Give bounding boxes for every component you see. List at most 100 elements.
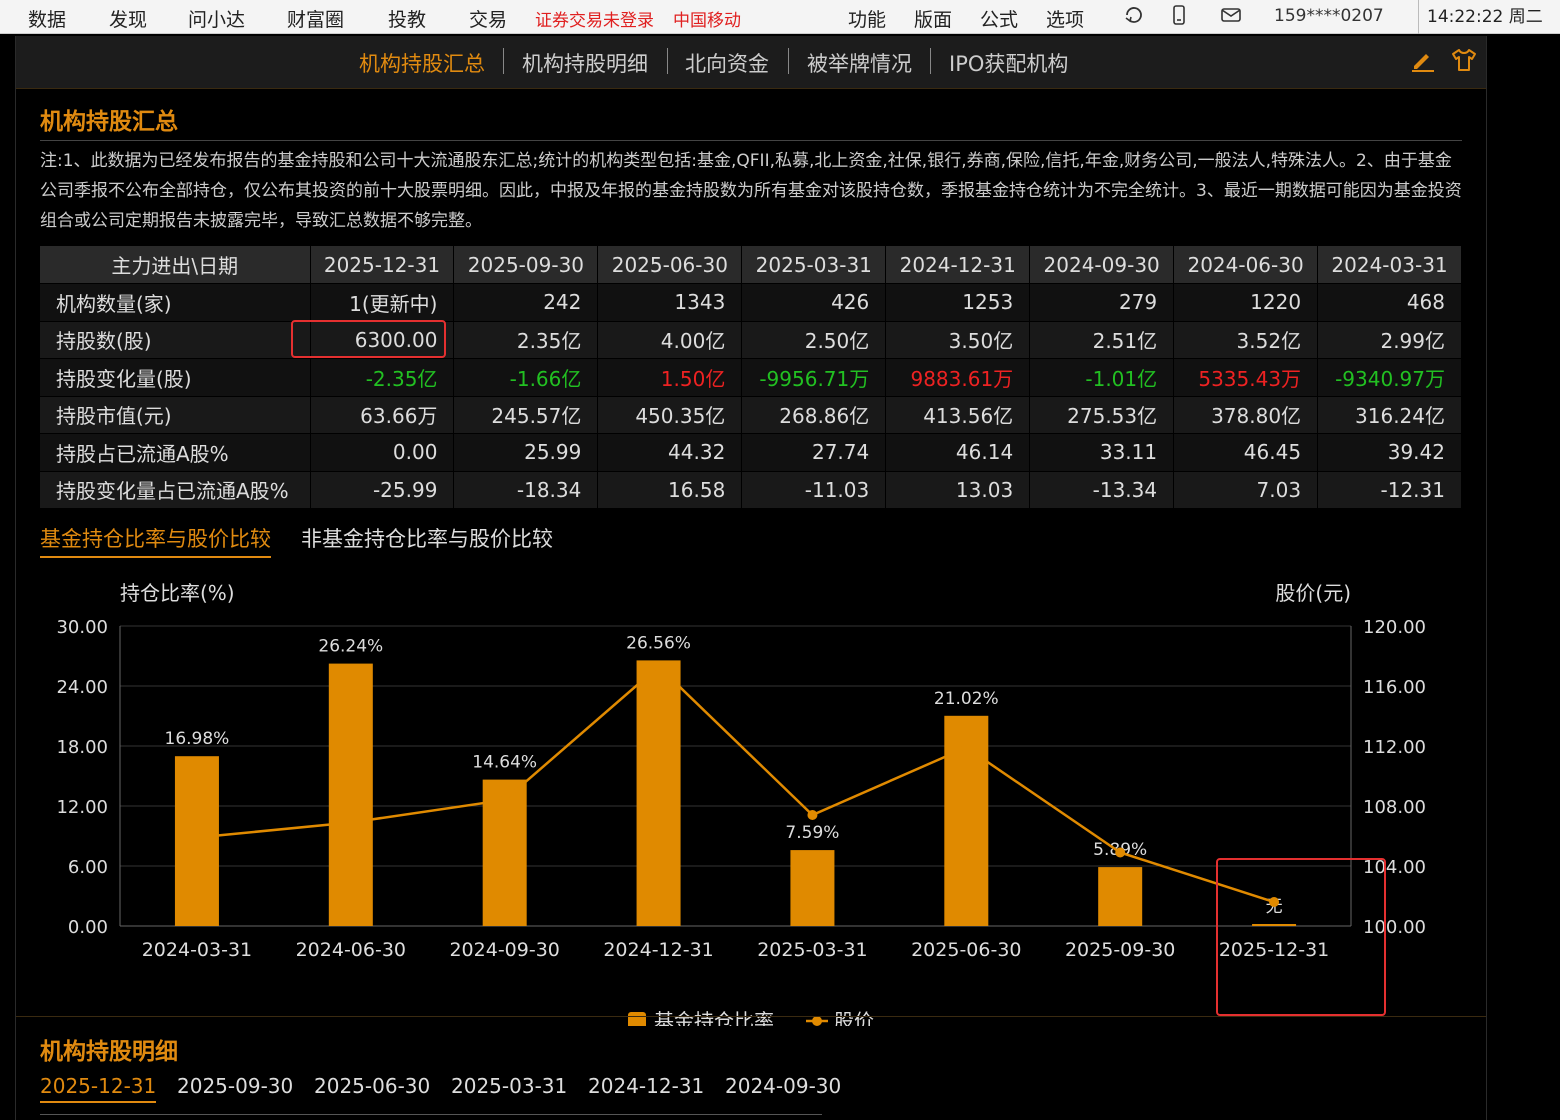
table-cell: 0.00 (310, 433, 455, 472)
menu-item-layout[interactable]: 版面 (914, 5, 952, 32)
table-cell: 378.80亿 (1173, 396, 1319, 434)
table-cell: 1343 (597, 283, 743, 322)
tab-northbound[interactable]: 北向资金 (685, 48, 769, 78)
table-cell: 63.66万 (310, 396, 455, 434)
y2-tick-label: 104.00 (1363, 857, 1426, 878)
table-cell: 25.99 (453, 433, 599, 472)
menu-item-function[interactable]: 功能 (848, 5, 886, 32)
table-cell: 33.11 (1029, 433, 1175, 472)
tab-ipo-allotment[interactable]: IPO获配机构 (949, 48, 1068, 78)
tab-nonfund-ratio-chart[interactable]: 非基金持仓比率与股价比较 (301, 523, 553, 553)
x-tick-label: 2025-06-30 (911, 939, 1021, 961)
table-cell: 44.32 (597, 433, 743, 472)
table-cell: 13.03 (885, 471, 1031, 509)
table-cell: 1253 (885, 283, 1031, 322)
table-header-row: 主力进出\日期 2025-12-31 2025-09-30 2025-06-30… (40, 246, 1462, 284)
detail-date-tab[interactable]: 2024-09-30 (725, 1074, 841, 1098)
menu-item-wealth[interactable]: 财富圈 (287, 5, 344, 32)
table-row: 持股变化量占已流通A股% -25.99 -18.34 16.58 -11.03 … (40, 471, 1462, 509)
table-row: 持股占已流通A股% 0.00 25.99 44.32 27.74 46.14 3… (40, 433, 1462, 472)
shirt-icon[interactable] (1450, 46, 1478, 74)
table-cell: -18.34 (453, 471, 599, 509)
table-cell: 4.00亿 (597, 321, 743, 359)
bar-data-label: 7.59% (785, 823, 839, 843)
institution-summary-table: 主力进出\日期 2025-12-31 2025-09-30 2025-06-30… (40, 246, 1462, 509)
row-label: 持股占已流通A股% (40, 433, 311, 472)
legend-swatch-bar (628, 1012, 646, 1026)
table-cell: -1.66亿 (453, 358, 599, 397)
user-phone[interactable]: 159****0207 (1274, 6, 1384, 26)
price-point (1269, 897, 1280, 907)
table-cell: 16.58 (597, 471, 743, 509)
x-tick-label: 2025-09-30 (1065, 939, 1175, 961)
tab-separator (503, 48, 504, 74)
y-tick-label: 30.00 (56, 617, 108, 638)
table-cell: -1.01亿 (1029, 358, 1175, 397)
bar-data-label: 26.56% (626, 633, 691, 653)
row-label: 持股变化量占已流通A股% (40, 471, 311, 509)
row-label: 机构数量(家) (40, 283, 311, 322)
table-cell: 242 (453, 283, 599, 322)
detail-date-tab[interactable]: 2025-09-30 (177, 1074, 293, 1098)
table-cell: 2.99亿 (1317, 321, 1462, 359)
row-label: 持股数(股) (40, 321, 311, 359)
bar (328, 663, 373, 926)
table-cell: 279 (1029, 283, 1175, 322)
y2-tick-label: 108.00 (1363, 797, 1426, 818)
menu-item-data[interactable]: 数据 (28, 5, 66, 32)
table-header-cell[interactable]: 2024-06-30 (1173, 246, 1319, 284)
menu-item-trade[interactable]: 交易 (469, 5, 507, 32)
price-point (961, 742, 972, 753)
table-cell: 1(更新中) (310, 283, 455, 322)
menu-item-discover[interactable]: 发现 (109, 5, 147, 32)
detail-date-tab[interactable]: 2025-03-31 (451, 1074, 567, 1098)
table-header-cell[interactable]: 2025-06-30 (597, 246, 743, 284)
menu-item-edu[interactable]: 投教 (388, 5, 426, 32)
table-cell: 6300.00 (310, 321, 455, 359)
menu-item-formula[interactable]: 公式 (980, 5, 1018, 32)
message-icon[interactable] (1220, 4, 1242, 26)
table-cell: 1.50亿 (597, 358, 743, 397)
table-cell: -11.03 (741, 471, 887, 509)
y2-tick-label: 120.00 (1363, 617, 1426, 638)
edit-icon[interactable] (1409, 46, 1437, 74)
trade-login-status[interactable]: 证券交易未登录 (535, 6, 654, 31)
menu-item-options[interactable]: 选项 (1046, 5, 1084, 32)
table-cell: 413.56亿 (885, 396, 1031, 434)
table-header-cell[interactable]: 2024-12-31 (885, 246, 1031, 284)
table-header-cell[interactable]: 2025-09-30 (453, 246, 599, 284)
table-row: 持股市值(元) 63.66万 245.57亿 450.35亿 268.86亿 4… (40, 396, 1462, 434)
tab-fund-ratio-chart[interactable]: 基金持仓比率与股价比较 (40, 523, 271, 558)
mobile-icon[interactable] (1168, 4, 1190, 26)
table-cell: 316.24亿 (1317, 396, 1462, 434)
detail-date-tab[interactable]: 2024-12-31 (588, 1074, 704, 1098)
table-header-cell[interactable]: 2025-12-31 (310, 246, 455, 284)
table-header-cell[interactable]: 2025-03-31 (741, 246, 887, 284)
bar-data-label: 14.64% (472, 753, 537, 773)
tab-placard[interactable]: 被举牌情况 (807, 48, 912, 78)
table-cell: -9956.71万 (741, 358, 887, 397)
table-cell: 450.35亿 (597, 396, 743, 434)
table-header-cell[interactable]: 2024-03-31 (1317, 246, 1462, 284)
menu-item-ask[interactable]: 问小达 (188, 5, 245, 32)
divider (40, 1114, 822, 1115)
table-cell: 7.03 (1173, 471, 1319, 509)
detail-date-tab[interactable]: 2025-12-31 (40, 1074, 157, 1103)
detail-date-tab[interactable]: 2025-06-30 (314, 1074, 430, 1098)
table-header-cell[interactable]: 2024-09-30 (1029, 246, 1175, 284)
tab-institution-detail[interactable]: 机构持股明细 (522, 48, 648, 78)
table-cell: 3.50亿 (885, 321, 1031, 359)
bar (636, 660, 681, 926)
y2-tick-label: 100.00 (1363, 917, 1426, 938)
table-cell: -13.34 (1029, 471, 1175, 509)
table-cell: 2.51亿 (1029, 321, 1175, 359)
bar-data-label: 26.24% (318, 637, 383, 657)
row-label: 持股变化量(股) (40, 358, 311, 397)
bar-data-label: 16.98% (165, 729, 230, 749)
y2-tick-label: 112.00 (1363, 737, 1426, 758)
summary-note: 注:1、此数据为已经发布报告的基金持股和公司十大流通股东汇总;统计的机构类型包括… (40, 151, 1462, 231)
refresh-icon[interactable] (1123, 4, 1145, 26)
x-tick-label: 2024-03-31 (142, 939, 252, 961)
tab-institution-summary[interactable]: 机构持股汇总 (359, 48, 485, 78)
table-cell: -9340.97万 (1317, 358, 1462, 397)
